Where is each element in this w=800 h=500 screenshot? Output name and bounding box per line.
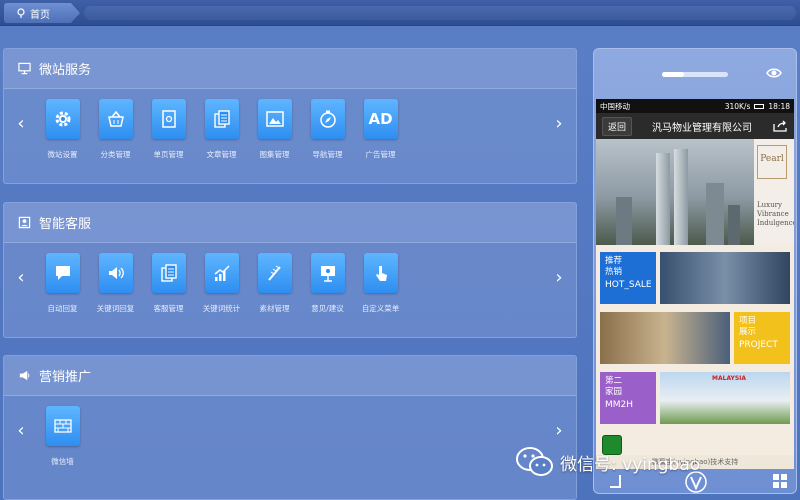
menu-item-single-page[interactable]: 单页管理 [142,99,195,160]
eye-icon[interactable] [766,66,782,80]
gear-icon [55,111,70,127]
section-header: 微站服务 [4,49,576,89]
breadcrumb-home[interactable]: 首页 [4,3,80,23]
section-smart-service: 智能客服 ‹ 自动回复 关键词回复 客服管理 关键词统计 素材管理 意见/建议 … [3,202,577,338]
scroll-right-arrow[interactable]: › [552,113,566,134]
tile-mm2h[interactable]: 第二 家园 MM2H [600,372,656,424]
menu-item-articles[interactable]: 文章管理 [195,99,248,160]
brand-logo: Pearl [757,145,787,179]
menu-item-category[interactable]: 分类管理 [89,99,142,160]
scroll-left-arrow[interactable]: ‹ [14,113,28,134]
app-title: 汎马物业管理有限公司 [652,122,752,134]
back-button[interactable]: 返回 [602,116,633,136]
project-photos [600,312,730,364]
menu-item-auto-reply[interactable]: 自动回复 [36,253,89,314]
menu-item-ads[interactable]: AD 广告管理 [354,99,407,160]
section-title: 智能客服 [39,217,92,232]
mm2h-photo: MALAYSIA [660,372,790,424]
tile-hot-sale[interactable]: 推荐 热销 HOT_SALE [600,252,656,304]
scroll-left-arrow[interactable]: ‹ [14,420,28,441]
megaphone-icon [19,370,30,381]
grid-icon[interactable] [772,473,788,489]
section-title: 营销推广 [39,370,92,385]
status-bar: 中国移动 310K/s 18:18 [596,99,794,113]
breadcrumb-home-label: 首页 [30,9,50,21]
menu-item-materials[interactable]: 素材管理 [248,253,301,314]
speed-text: 310K/s [724,101,751,111]
menu-item-keyword-reply[interactable]: 关键词回复 [89,253,142,314]
phone-screen: 中国移动 310K/s 18:18 返回 汎马物业管理有限公司 Pearl Lu… [596,99,794,469]
promo-row-mm2h[interactable]: 第二 家园 MM2H MALAYSIA [596,369,794,427]
watermark-text: 微信号: vyingbao [560,454,701,475]
chat-icon [55,266,70,280]
wechat-watermark: 微信号: vyingbao [514,444,700,480]
image-icon [265,111,284,127]
location-pin-icon [17,8,25,18]
page-icon [161,110,176,128]
wechat-icon [516,447,553,476]
phone-preview: 中国移动 310K/s 18:18 返回 汎马物业管理有限公司 Pearl Lu… [593,48,797,494]
hot-sale-photos [660,252,790,304]
scroll-right-arrow[interactable]: › [552,420,566,441]
scroll-right-arrow[interactable]: › [552,267,566,288]
menu-item-wechat-wall[interactable]: 微信墙 [36,406,89,467]
section-header: 智能客服 [4,203,576,243]
promo-row-project[interactable]: 项目 展示 PROJECT [596,309,794,367]
breadcrumb-track [84,6,796,20]
hero-banner[interactable]: Pearl Luxury Vibrance Indulgence [596,139,794,245]
presentation-icon [320,266,335,282]
malaysia-label: MALAYSIA [712,375,747,382]
section-header: 营销推广 [4,356,576,396]
hero-brand-panel: Pearl Luxury Vibrance Indulgence [754,139,794,245]
battery-icon [754,103,765,109]
contact-icon [18,216,31,229]
app-bar: 返回 汎马物业管理有限公司 [596,113,794,139]
speaker-icon [108,267,124,279]
menu-item-custom-menu[interactable]: 自定义菜单 [354,253,407,314]
basket-icon [107,110,124,127]
ad-icon: AD [368,110,393,128]
section-marketing: 营销推广 ‹ 微信墙 › [3,355,577,500]
section-title: 微站服务 [39,63,92,78]
carrier-text: 中国移动 [600,101,630,111]
menu-item-navigation[interactable]: 导航管理 [301,99,354,160]
menu-item-customer-service[interactable]: 客服管理 [142,253,195,314]
time-text: 18:18 [768,101,790,111]
menu-item-feedback[interactable]: 意见/建议 [301,253,354,314]
menu-item-gallery[interactable]: 图集管理 [248,99,301,160]
tile-project[interactable]: 项目 展示 PROJECT [734,312,790,364]
chart-icon [214,265,230,281]
docs-icon [160,264,177,282]
menu-item-keyword-stats[interactable]: 关键词统计 [195,253,248,314]
section-micro-site: 微站服务 ‹ 微站设置 分类管理 单页管理 文章管理 图集管理 导航管理 AD … [3,48,577,184]
top-bar: 首页 [0,0,800,26]
promo-row-hot-sale[interactable]: 推荐 热销 HOT_SALE [596,249,794,307]
wall-icon [53,419,72,433]
compass-icon [319,110,336,128]
docs-icon [213,110,230,128]
phone-speaker [662,72,728,77]
menu-item-site-settings[interactable]: 微站设置 [36,99,89,160]
wand-icon [267,265,281,281]
monitor-icon [18,62,31,75]
share-icon[interactable] [772,120,788,132]
scroll-left-arrow[interactable]: ‹ [14,267,28,288]
pointer-icon [375,266,387,281]
